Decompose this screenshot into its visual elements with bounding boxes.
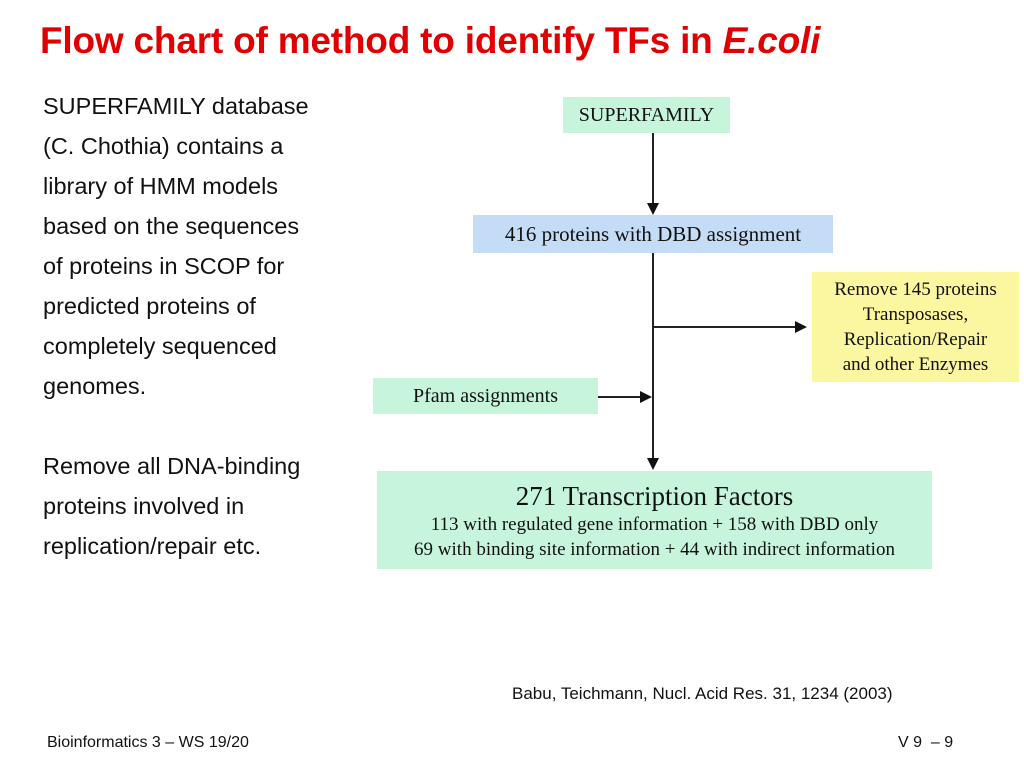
text-line: of proteins in SCOP for bbox=[43, 253, 285, 279]
text-line: predicted proteins of bbox=[43, 293, 256, 319]
text-line: library of HMM models bbox=[43, 173, 279, 199]
result-title: 271 Transcription Factors bbox=[515, 481, 794, 511]
box-label: Transposases, bbox=[862, 304, 969, 325]
text-line: (C. Chothia) contains a bbox=[43, 133, 284, 159]
description-paragraph-2: Remove all DNA-binding proteins involved… bbox=[43, 446, 373, 566]
arrow-down-icon bbox=[647, 203, 659, 215]
superfamily-box: SUPERFAMILY bbox=[563, 97, 730, 133]
result-line: 113 with regulated gene information + 15… bbox=[430, 514, 879, 535]
connector-line bbox=[654, 326, 795, 328]
box-label: and other Enzymes bbox=[842, 354, 989, 375]
connector-line bbox=[598, 396, 641, 398]
text-line: Remove all DNA-binding bbox=[43, 453, 301, 479]
result-line: 69 with binding site information + 44 wi… bbox=[414, 539, 895, 560]
footer-course: Bioinformatics 3 – WS 19/20 bbox=[47, 734, 249, 751]
box-label: 416 proteins with DBD assignment bbox=[504, 221, 802, 246]
connector-line bbox=[652, 253, 654, 458]
title-text: Flow chart of method to identify TFs in bbox=[40, 20, 723, 61]
dbd-assignment-box: 416 proteins with DBD assignment bbox=[473, 215, 833, 253]
box-label: SUPERFAMILY bbox=[578, 103, 715, 126]
slide-title: Flow chart of method to identify TFs in … bbox=[40, 20, 1000, 62]
arrow-down-icon bbox=[647, 458, 659, 470]
box-label: Pfam assignments bbox=[413, 384, 558, 407]
remove-proteins-box: Remove 145 proteins Transposases, Replic… bbox=[812, 272, 1019, 382]
description-paragraph-1: SUPERFAMILY database (C. Chothia) contai… bbox=[43, 86, 373, 406]
box-label: Remove 145 proteins bbox=[834, 279, 997, 300]
connector-line bbox=[652, 133, 654, 203]
title-organism: E.coli bbox=[722, 20, 821, 61]
box-label: Replication/Repair bbox=[843, 329, 988, 350]
text-line: proteins involved in bbox=[43, 493, 245, 519]
text-line: completely sequenced bbox=[43, 333, 277, 359]
arrow-right-icon bbox=[640, 391, 652, 403]
text-line: genomes. bbox=[43, 373, 147, 399]
pfam-box: Pfam assignments bbox=[373, 378, 598, 414]
arrow-right-icon bbox=[795, 321, 807, 333]
citation: Babu, Teichmann, Nucl. Acid Res. 31, 123… bbox=[512, 684, 893, 703]
text-line: based on the sequences bbox=[43, 213, 300, 239]
text-line: SUPERFAMILY database bbox=[43, 93, 309, 119]
transcription-factors-box: 271 Transcription Factors 113 with regul… bbox=[377, 471, 932, 569]
text-line: replication/repair etc. bbox=[43, 533, 262, 559]
footer-page-number: V 9 – 9 bbox=[898, 734, 954, 751]
